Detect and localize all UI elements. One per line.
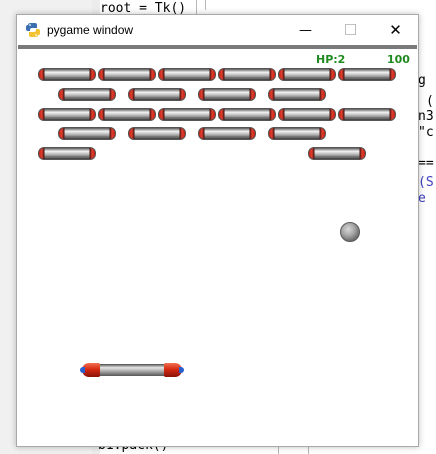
background-divider	[196, 0, 197, 14]
brick	[308, 147, 366, 160]
brick	[58, 88, 116, 101]
brick	[198, 88, 256, 101]
brick	[58, 127, 116, 140]
brick	[38, 108, 96, 121]
background-divider	[205, 0, 206, 10]
brick	[338, 68, 396, 81]
title-bar[interactable]: pygame window — ☐ ✕	[17, 15, 418, 46]
brick	[38, 147, 96, 160]
close-icon: ✕	[389, 21, 402, 39]
close-button[interactable]: ✕	[373, 15, 418, 45]
maximize-button[interactable]: ☐	[328, 15, 373, 45]
brick	[98, 68, 156, 81]
background-code-line: "c	[418, 125, 434, 140]
brick	[278, 108, 336, 121]
brick	[338, 108, 396, 121]
background-code-line: ==	[418, 156, 434, 171]
background-code-line: e	[418, 191, 434, 206]
brick	[128, 127, 186, 140]
brick	[158, 108, 216, 121]
pygame-window: pygame window — ☐ ✕ HP:2 100	[16, 14, 419, 447]
paddle-body	[92, 364, 172, 376]
minimize-button[interactable]: —	[283, 15, 328, 45]
paddle-right-tip	[179, 367, 184, 373]
minimize-icon: —	[299, 22, 312, 38]
background-code-line: (S	[418, 175, 434, 190]
brick	[268, 127, 326, 140]
brick	[38, 68, 96, 81]
pygame-snake-icon	[25, 22, 41, 38]
brick	[218, 68, 276, 81]
hp-counter: HP:2	[316, 53, 346, 66]
brick	[98, 108, 156, 121]
maximize-icon: ☐	[343, 21, 358, 39]
brick	[198, 127, 256, 140]
background-code-line: (	[426, 94, 434, 109]
background-code-line: g	[418, 73, 426, 88]
game-canvas[interactable]: HP:2 100	[17, 49, 418, 446]
brick	[158, 68, 216, 81]
brick	[128, 88, 186, 101]
ball	[340, 222, 360, 242]
brick	[268, 88, 326, 101]
paddle[interactable]	[80, 363, 184, 377]
window-title: pygame window	[47, 23, 134, 37]
paddle-left-tip	[80, 367, 85, 373]
background-code-line: n3	[418, 109, 434, 124]
score-counter: 100	[387, 53, 410, 66]
brick	[218, 108, 276, 121]
brick	[278, 68, 336, 81]
